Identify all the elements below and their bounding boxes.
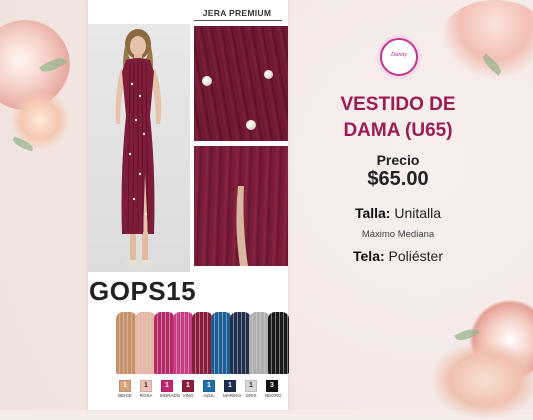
fabric-line: Tela: Poliéster: [318, 248, 478, 264]
size-value: Unitalla: [394, 205, 442, 221]
brand-label: JERA PREMIUM: [202, 8, 272, 18]
swatch-label: VINO: [182, 393, 194, 398]
product-title: VESTIDO DE DAMA (U65): [340, 94, 456, 141]
brand-logo: Danny: [380, 38, 418, 76]
fabric-detail-photo: [194, 26, 288, 141]
color-swatch: 1 GRIS: [244, 380, 258, 398]
swatch-count: 1: [203, 380, 215, 392]
pearl-detail: [264, 70, 273, 79]
variant-dress: [173, 312, 194, 374]
slit-detail-photo: [194, 146, 288, 266]
swatch-count: 1: [119, 380, 131, 392]
color-swatch: 1 MORADO: [160, 380, 181, 398]
swatch-count: 1: [161, 380, 173, 392]
swatch-count: 3: [266, 380, 278, 392]
color-swatch: 1 ROSA: [139, 380, 153, 398]
color-variants-photo: [116, 312, 289, 378]
model-figure: [115, 29, 162, 266]
price-label: Precio: [376, 152, 420, 168]
swatch-label: MARINO: [223, 393, 241, 398]
color-swatch: 3 NEGRO: [265, 380, 282, 398]
pearl-detail: [202, 76, 212, 86]
size-label: Talla:: [354, 205, 391, 221]
fabric-label: Tela:: [353, 248, 385, 264]
size-note: Máximo Mediana: [361, 229, 435, 240]
swatch-label: MORADO: [160, 393, 181, 398]
swatch-label: BEIGE: [118, 393, 132, 398]
swatch-label: AZUL: [203, 393, 215, 398]
swatch-label: NEGRO: [265, 393, 282, 398]
variant-dress: [116, 312, 137, 374]
swatch-count: 1: [140, 380, 152, 392]
pearl-detail: [246, 120, 256, 130]
slit-shape: [236, 186, 248, 266]
logo-text: Danny: [391, 52, 407, 58]
flower-decoration: [430, 340, 533, 420]
swatch-count: 1: [245, 380, 257, 392]
fabric-value: Poliéster: [388, 248, 443, 264]
variant-dress: [135, 312, 156, 374]
swatch-count: 1: [182, 380, 194, 392]
product-code: GOPS15: [89, 276, 197, 306]
variant-dress: [230, 312, 251, 374]
variant-dress: [268, 312, 289, 374]
variant-dress: [249, 312, 270, 374]
color-swatch: 1 BEIGE: [118, 380, 132, 398]
color-swatch: 1 MARINO: [223, 380, 241, 398]
variant-dress: [211, 312, 232, 374]
color-swatch: 1 AZUL: [202, 380, 216, 398]
color-swatch: 1 VINO: [181, 380, 195, 398]
color-swatch-row: 1 BEIGE 1 ROSA 1 MORADO 1 VINO 1 AZUL 1 MARINO 1 GRIS…: [118, 380, 290, 408]
swatch-label: ROSA: [139, 393, 153, 398]
variant-dress: [154, 312, 175, 374]
model-photo: [88, 24, 190, 272]
swatch-count: 1: [224, 380, 236, 392]
swatch-label: GRIS: [245, 393, 257, 398]
size-line: Talla: Unitalla: [318, 205, 478, 221]
brand-divider: [194, 20, 282, 21]
price-value: $65.00: [367, 168, 429, 190]
variant-dress: [192, 312, 213, 374]
